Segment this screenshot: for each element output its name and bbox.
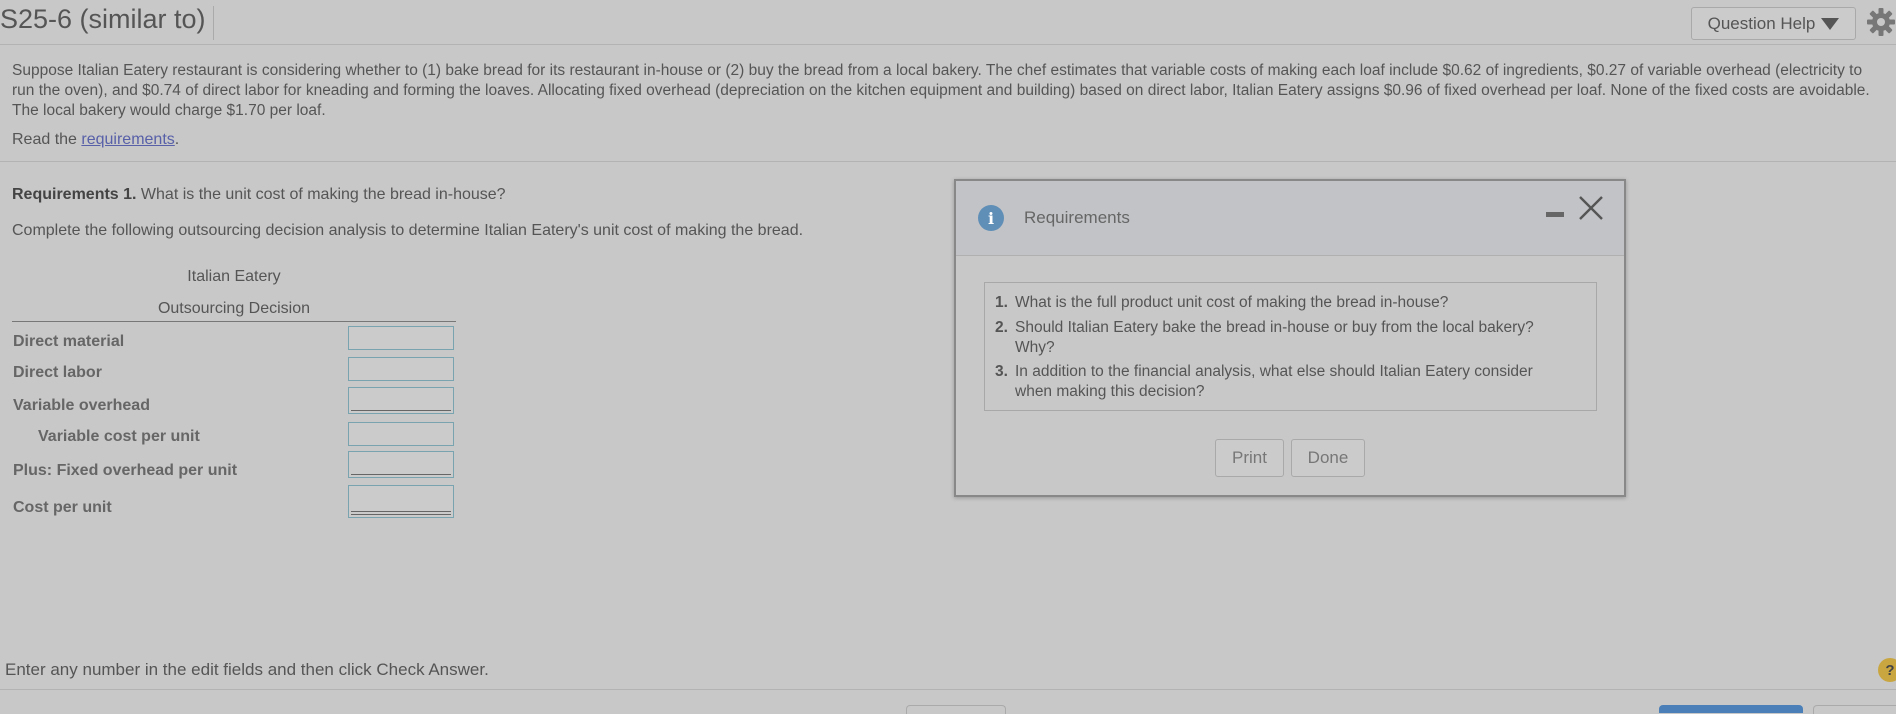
direct-labor-input[interactable] bbox=[348, 357, 454, 381]
info-icon: i bbox=[978, 205, 1004, 231]
problem-divider bbox=[0, 161, 1896, 162]
print-button[interactable]: Print bbox=[1215, 439, 1284, 477]
row-label-direct-labor: Direct labor bbox=[13, 364, 102, 381]
row-label-cost-per-unit: Cost per unit bbox=[13, 499, 112, 516]
list-item-text-cont: when making this decision? bbox=[1015, 383, 1205, 400]
footer-divider bbox=[0, 689, 1896, 690]
read-prefix: Read the bbox=[12, 131, 82, 148]
variable-cost-per-unit-input[interactable] bbox=[348, 422, 454, 446]
table-company-header: Italian Eatery bbox=[187, 268, 281, 285]
title-divider bbox=[213, 6, 214, 40]
row-label-variable-overhead: Variable overhead bbox=[13, 397, 150, 414]
question-help-button[interactable]: Question Help bbox=[1691, 7, 1856, 40]
instruction-text: Complete the following outsourcing decis… bbox=[12, 222, 804, 239]
requirements-list: 1. What is the full product unit cost of… bbox=[984, 282, 1597, 411]
variable-overhead-input[interactable] bbox=[348, 387, 454, 414]
problem-statement: Suppose Italian Eatery restaurant is con… bbox=[12, 62, 1870, 119]
list-item: 3. In addition to the financial analysis… bbox=[995, 362, 1585, 402]
chevron-down-icon bbox=[1821, 17, 1840, 30]
minimize-icon[interactable] bbox=[1546, 212, 1564, 217]
close-icon[interactable] bbox=[1578, 195, 1604, 221]
table-subtitle-header: Outsourcing Decision bbox=[157, 300, 311, 317]
row-label-direct-material: Direct material bbox=[13, 333, 125, 350]
done-button[interactable]: Done bbox=[1291, 439, 1365, 477]
list-item-text: Should Italian Eatery bake the bread in-… bbox=[1015, 319, 1534, 336]
read-suffix: . bbox=[174, 131, 180, 148]
list-item-text: In addition to the financial analysis, w… bbox=[1015, 363, 1533, 380]
footer-instruction: Enter any number in the edit fields and … bbox=[5, 660, 489, 679]
list-item-text-cont: Why? bbox=[1015, 339, 1055, 356]
row-label-variable-cost-per-unit: Variable cost per unit bbox=[38, 428, 200, 445]
help-icon[interactable]: ? bbox=[1878, 658, 1896, 682]
fixed-overhead-per-unit-input[interactable] bbox=[348, 451, 454, 478]
requirements-link[interactable]: requirements bbox=[81, 131, 174, 148]
list-item-number: 3. bbox=[995, 363, 1008, 380]
read-requirements-line: Read the requirements. bbox=[12, 131, 179, 149]
gear-icon[interactable] bbox=[1866, 7, 1896, 37]
requirements-dialog: i Requirements 1. What is the full produ… bbox=[954, 179, 1626, 497]
cost-per-unit-input[interactable] bbox=[348, 485, 454, 518]
requirement-question: Requirements 1. What is the unit cost of… bbox=[12, 186, 506, 204]
header-divider bbox=[0, 44, 1896, 45]
requirement-text: What is the unit cost of making the brea… bbox=[136, 186, 506, 203]
dialog-title: Requirements bbox=[1024, 208, 1130, 227]
table-header-rule bbox=[12, 321, 456, 322]
list-item: 2. Should Italian Eatery bake the bread … bbox=[995, 318, 1585, 358]
exercise-title: S25-6 (similar to) bbox=[0, 4, 206, 34]
list-item-number: 1. bbox=[995, 294, 1008, 311]
question-help-label: Question Help bbox=[1707, 13, 1816, 33]
list-item-text: What is the full product unit cost of ma… bbox=[1015, 294, 1449, 311]
direct-material-input[interactable] bbox=[348, 326, 454, 350]
list-item-number: 2. bbox=[995, 319, 1008, 336]
requirement-label: Requirements 1. bbox=[12, 186, 137, 203]
dialog-header: i Requirements bbox=[956, 181, 1624, 256]
bottom-button-primary[interactable] bbox=[1659, 705, 1803, 713]
row-label-fixed-overhead-per-unit: Plus: Fixed overhead per unit bbox=[13, 462, 238, 479]
top-bar: S25-6 (similar to) Question Help bbox=[0, 0, 1896, 44]
